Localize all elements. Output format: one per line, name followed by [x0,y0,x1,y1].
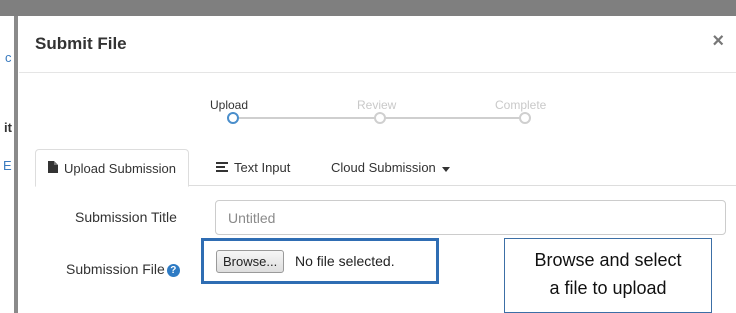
file-picker-highlight: Browse... No file selected. [201,238,439,284]
tab-upload-submission-label: Upload Submission [64,160,177,176]
submission-tabs: Upload Submission Text Input Cloud Submi… [35,149,736,187]
browse-button[interactable]: Browse... [216,250,285,273]
backdrop-top-bar [0,0,736,16]
modal-title: Submit File [35,34,127,53]
help-icon[interactable]: ? [166,264,180,277]
step-complete-circle [519,112,531,124]
step-review-circle [374,112,386,124]
file-icon [48,160,58,176]
submission-title-label: Submission Title [75,209,177,225]
tab-cloud-submission-label: Cloud Submission [331,160,436,175]
background-glyph: E [3,158,12,173]
submission-title-input[interactable] [215,200,726,235]
step-review-label: Review [357,98,397,112]
background-glyph: it [4,120,12,135]
caret-down-icon [441,161,450,175]
step-upload-label: Upload [210,98,249,112]
submission-file-label: Submission File? [66,261,180,277]
tab-cloud-submission[interactable]: Cloud Submission [331,149,450,186]
callout-line-1: Browse and select [534,250,682,270]
close-icon[interactable]: × [712,31,724,51]
instruction-callout: Browse and select a file to upload [504,238,712,313]
modal-header: Submit File × [19,16,736,73]
backdrop-edge [14,16,18,313]
step-complete-label: Complete [495,98,547,112]
submission-file-label-text: Submission File [66,261,165,277]
tab-text-input[interactable]: Text Input [216,149,290,186]
file-status-text: No file selected. [295,253,395,269]
text-lines-icon [216,161,228,175]
callout-line-2: a file to upload [549,278,667,298]
submit-file-modal: Submit File × Upload Review Complete Upl… [19,16,736,313]
tab-upload-submission[interactable]: Upload Submission [35,149,190,187]
tab-text-input-label: Text Input [234,160,291,175]
step-upload-circle [227,112,239,124]
background-glyph: c [5,50,12,65]
